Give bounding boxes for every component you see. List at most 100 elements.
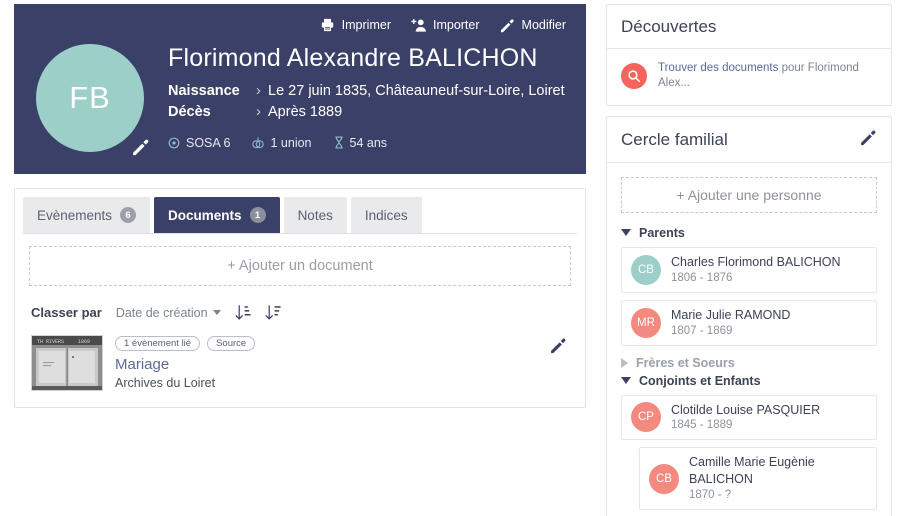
group-parents-header[interactable]: Parents (621, 226, 877, 240)
discoveries-title: Découvertes (621, 17, 716, 37)
person-name: Marie Julie RAMOND (671, 307, 790, 324)
svg-text:1869: 1869 (78, 339, 90, 345)
tab-notes[interactable]: Notes (284, 197, 347, 233)
add-document-button[interactable]: + Ajouter un document (29, 246, 571, 286)
avatar: CB (631, 255, 661, 285)
fact-birth-sep: › (256, 81, 268, 101)
family-circle-card: Cercle familial + Ajouter une personne P… (606, 116, 892, 516)
person-name: Clotilde Louise PASQUIER (671, 402, 820, 419)
rings-icon (252, 136, 264, 149)
avatar-wrapper: FB (28, 40, 168, 152)
meta-sosa-label: SOSA 6 (186, 136, 230, 150)
discovery-item[interactable]: Trouver des documents pour Florimond Ale… (621, 49, 877, 91)
sort-select-value: Date de création (116, 306, 208, 320)
family-circle-title: Cercle familial (621, 130, 728, 150)
tab-notes-label: Notes (298, 208, 333, 223)
sort-select[interactable]: Date de création (116, 306, 221, 320)
pencil-icon (500, 17, 516, 33)
tab-evenements[interactable]: Evènements 6 (23, 197, 150, 233)
document-pills: 1 évènement lié Source (115, 336, 569, 351)
fact-birth-value: Le 27 juin 1835, Châteauneuf-sur-Loire, … (268, 81, 565, 101)
profile-header: Imprimer Importer (14, 4, 586, 174)
family-circle-divider (607, 162, 891, 163)
tab-indices-label: Indices (365, 208, 408, 223)
printer-icon (320, 17, 336, 33)
hourglass-icon (334, 136, 344, 149)
header-actions: Imprimer Importer (28, 12, 572, 38)
group-spouses-children: Conjoints et Enfants CP Clotilde Louise … (621, 374, 877, 511)
group-siblings-header[interactable]: Frères et Soeurs (621, 356, 877, 370)
family-circle-header: Cercle familial (621, 129, 877, 151)
sidebar-column: Découvertes Trouver des documents pour F… (600, 0, 900, 516)
add-person-button[interactable]: + Ajouter une personne (621, 177, 877, 213)
document-thumbnail[interactable]: TH RIVERS 1869 (31, 335, 103, 391)
group-siblings: Frères et Soeurs (621, 356, 877, 370)
document-title[interactable]: Mariage (115, 356, 569, 373)
person-details: Clotilde Louise PASQUIER 1845 - 1889 (671, 402, 820, 434)
discoveries-card: Découvertes Trouver des documents pour F… (606, 4, 892, 106)
group-spouses-children-header[interactable]: Conjoints et Enfants (621, 374, 877, 388)
discovery-text: Trouver des documents pour Florimond Ale… (658, 61, 877, 91)
meta-age: 54 ans (334, 136, 388, 150)
sosa-target-icon (168, 137, 180, 149)
document-info: 1 évènement lié Source Mariage Archives … (115, 335, 569, 390)
person-row[interactable]: CP Clotilde Louise PASQUIER 1845 - 1889 (621, 395, 877, 441)
person-dates: 1806 - 1876 (671, 271, 841, 286)
chevron-down-icon (213, 310, 221, 315)
sort-ascending-icon[interactable] (235, 304, 251, 321)
tab-indices[interactable]: Indices (351, 197, 422, 233)
triangle-down-icon (621, 377, 631, 384)
person-name: Camille Marie Eugènie BALICHON (689, 454, 867, 488)
avatar-edit-pencil-icon[interactable] (132, 138, 150, 156)
meta-union-label: 1 union (270, 136, 311, 150)
pill-source: Source (207, 336, 255, 351)
user-add-icon (411, 17, 427, 33)
edit-profile-button[interactable]: Modifier (500, 17, 566, 33)
group-spouses-children-label: Conjoints et Enfants (639, 374, 761, 388)
svg-text:TH RIVERS: TH RIVERS (37, 339, 64, 345)
avatar: MR (631, 308, 661, 338)
person-dates: 1807 - 1869 (671, 324, 790, 339)
print-button[interactable]: Imprimer (320, 17, 391, 33)
meta-union: 1 union (252, 136, 311, 150)
group-parents: Parents CB Charles Florimond BALICHON 18… (621, 226, 877, 346)
fact-birth-label: Naissance (168, 81, 256, 101)
meta-sosa: SOSA 6 (168, 136, 230, 150)
tab-evenements-label: Evènements (37, 208, 112, 223)
person-profile-page: Imprimer Importer (0, 0, 900, 516)
identity-block: Florimond Alexandre BALICHON Naissance ›… (168, 40, 572, 152)
group-parents-label: Parents (639, 226, 685, 240)
person-dates: 1870 - ? (689, 488, 867, 503)
fact-death-sep: › (256, 102, 268, 122)
person-details: Camille Marie Eugènie BALICHON 1870 - ? (689, 454, 867, 503)
main-column: Imprimer Importer (0, 0, 600, 516)
person-details: Marie Julie RAMOND 1807 - 1869 (671, 307, 790, 339)
document-list-item[interactable]: TH RIVERS 1869 (29, 331, 571, 391)
print-label: Imprimer (342, 18, 391, 32)
sort-bar: Classer par Date de création (31, 304, 571, 321)
discoveries-header: Découvertes (621, 17, 877, 37)
import-label: Importer (433, 18, 480, 32)
family-circle-edit-pencil-icon[interactable] (860, 129, 877, 151)
search-circle-icon (621, 63, 647, 89)
person-row[interactable]: MR Marie Julie RAMOND 1807 - 1869 (621, 300, 877, 346)
document-subtitle: Archives du Loiret (115, 376, 569, 390)
person-name: Charles Florimond BALICHON (671, 254, 841, 271)
tab-documents[interactable]: Documents 1 (154, 197, 280, 233)
tab-evenements-badge: 6 (120, 207, 136, 223)
tab-documents-label: Documents (168, 208, 242, 223)
tab-documents-badge: 1 (250, 207, 266, 223)
person-dates: 1845 - 1889 (671, 418, 820, 433)
triangle-down-icon (621, 229, 631, 236)
sort-descending-icon[interactable] (265, 304, 281, 321)
group-siblings-label: Frères et Soeurs (636, 356, 735, 370)
fact-birth: Naissance › Le 27 juin 1835, Châteauneuf… (168, 81, 572, 101)
pill-linked-event: 1 évènement lié (115, 336, 200, 351)
person-row[interactable]: CB Camille Marie Eugènie BALICHON 1870 -… (639, 447, 877, 510)
person-details: Charles Florimond BALICHON 1806 - 1876 (671, 254, 841, 286)
avatar: CP (631, 402, 661, 432)
import-button[interactable]: Importer (411, 17, 480, 33)
document-edit-pencil-icon[interactable] (550, 337, 567, 359)
find-documents-link[interactable]: Trouver des documents (658, 62, 778, 74)
person-row[interactable]: CB Charles Florimond BALICHON 1806 - 187… (621, 247, 877, 293)
